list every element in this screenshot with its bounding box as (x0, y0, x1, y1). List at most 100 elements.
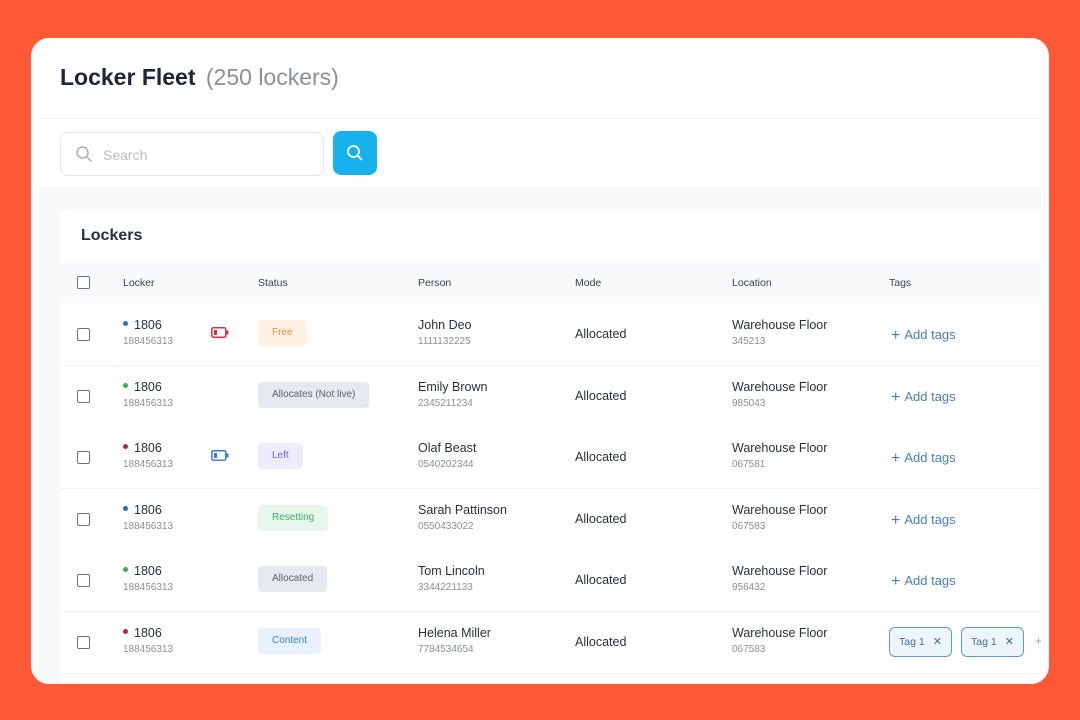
table-row[interactable]: 1806 188456313 Free John Deo 1111132225 Alloc… (60, 304, 1041, 366)
add-tags-label: Add tags (904, 511, 956, 527)
search-icon (76, 146, 92, 162)
table-row[interactable]: 1806 188456313 Allocates (Not live) Emily B… (60, 365, 1041, 428)
page-header: Locker Fleet (250 lockers) (39, 38, 1041, 119)
add-tags-label: Add tags (904, 450, 956, 465)
add-tags-button[interactable]: + Add tags (891, 449, 956, 467)
app-window: Locker Fleet (250 lockers) Lockers (31, 38, 1049, 684)
location-code: 345213 (732, 336, 766, 347)
close-icon[interactable]: ✕ (933, 636, 942, 648)
mode-value: Allocated (575, 634, 627, 649)
person-name: Helena Miller (418, 625, 491, 640)
person-name: John Deo (418, 318, 472, 332)
location-name: Warehouse Floor (732, 318, 828, 332)
mode-value: Allocated (575, 388, 627, 403)
column-header-location[interactable]: Location (732, 277, 772, 289)
status-badge: Left (258, 443, 303, 469)
person-phone: 0550433022 (418, 520, 474, 532)
person-phone: 0540202344 (418, 459, 474, 470)
locker-number: 1806 (134, 441, 162, 455)
row-checkbox[interactable] (77, 512, 90, 526)
row-checkbox[interactable] (77, 574, 90, 587)
locker-id: 1806 (123, 626, 162, 640)
locker-id: 1806 (123, 564, 162, 578)
table-row[interactable]: 1806 188456313 Allocated Tom Lincoln 3344221… (60, 550, 1041, 612)
locker-number: 1806 (134, 625, 162, 640)
battery-low-icon (211, 327, 229, 338)
column-header-status[interactable]: Status (258, 277, 288, 289)
status-dot (123, 382, 128, 388)
locker-number: 1806 (134, 318, 162, 332)
status-badge: Allocated (258, 566, 328, 592)
card-title: Lockers (81, 227, 143, 244)
search-toolbar (39, 119, 1041, 187)
search-button[interactable] (333, 131, 377, 175)
tag-label: Tag 1 (899, 635, 925, 648)
person-phone: 1111132225 (418, 336, 471, 347)
row-checkbox[interactable] (77, 451, 90, 464)
mode-value: Allocated (575, 450, 627, 464)
plus-icon: + (891, 388, 901, 406)
person-name: Tom Lincoln (418, 564, 485, 578)
select-all-checkbox[interactable] (77, 276, 90, 289)
column-header-locker[interactable]: Locker (123, 277, 155, 289)
search-input[interactable] (101, 143, 305, 167)
close-icon[interactable]: ✕ (1005, 636, 1014, 648)
status-dot (123, 567, 128, 573)
row-checkbox[interactable] (77, 328, 90, 341)
plus-icon[interactable]: + (1035, 634, 1042, 648)
add-tags-button[interactable]: + Add tags (891, 511, 956, 529)
tag-chip[interactable]: Tag 1 ✕ (889, 626, 952, 657)
add-tags-button[interactable]: + Add tags (891, 572, 956, 590)
status-dot (123, 505, 128, 511)
person-name: Olaf Beast (418, 441, 477, 455)
add-tags-button[interactable]: + Add tags (891, 326, 956, 344)
location-code: 985043 (732, 397, 766, 409)
location-name: Warehouse Floor (732, 441, 828, 455)
locker-id: 1806 (123, 441, 162, 455)
search-field[interactable] (60, 132, 324, 176)
person-name: Sarah Pattinson (418, 502, 507, 517)
add-tags-label: Add tags (904, 327, 956, 342)
status-badge: Allocates (Not live) (258, 381, 370, 408)
table-row[interactable]: 1806 188456313 Resetting Sarah Pattinson 055… (60, 488, 1041, 551)
mode-value: Allocated (575, 511, 627, 526)
plus-icon: + (891, 327, 901, 344)
tag-label: Tag 1 (971, 635, 997, 648)
locker-id: 1806 (123, 503, 162, 517)
page-title: Locker Fleet (250 lockers) (60, 64, 339, 91)
add-tags-label: Add tags (904, 388, 956, 404)
status-dot (123, 444, 128, 450)
tag-chip[interactable]: Tag 1 ✕ (961, 626, 1024, 657)
locker-serial: 188456313 (123, 459, 174, 470)
column-header-mode[interactable]: Mode (575, 277, 601, 289)
locker-count: (250 lockers) (205, 64, 339, 90)
person-phone: 2345211234 (418, 397, 473, 409)
app-content: Locker Fleet (250 lockers) Lockers (39, 38, 1042, 684)
table-row[interactable]: 1806 188456313 Content Helena Miller 7784534… (60, 611, 1042, 674)
row-checkbox[interactable] (77, 389, 90, 403)
status-badge: Free (258, 320, 307, 346)
table-header: Locker Status Person Mode Location Tags (60, 263, 1041, 303)
person-phone: 7784534654 (418, 643, 474, 655)
locker-serial: 188456313 (123, 643, 174, 655)
person-name: Emily Brown (418, 379, 488, 394)
person-phone: 3344221133 (418, 582, 473, 593)
location-code: 067581 (732, 459, 766, 470)
table-row[interactable]: 1806 188456313 Left Olaf Beast 0540202344 All… (60, 427, 1041, 489)
plus-icon: + (891, 511, 901, 529)
add-tags-button[interactable]: + Add tags (891, 388, 956, 406)
column-header-person[interactable]: Person (418, 277, 451, 289)
locker-number: 1806 (134, 502, 162, 517)
locker-id: 1806 (123, 380, 162, 394)
column-header-tags[interactable]: Tags (889, 277, 911, 289)
locker-serial: 188456313 (123, 397, 174, 409)
lockers-card: Lockers Locker Status Person Mode Locati… (60, 209, 1042, 684)
row-checkbox[interactable] (77, 635, 90, 649)
mode-value: Allocated (575, 327, 627, 341)
plus-icon: + (891, 450, 901, 467)
location-name: Warehouse Floor (732, 625, 828, 640)
status-badge: Resetting (258, 504, 329, 531)
location-code: 067583 (732, 643, 766, 655)
locker-number: 1806 (134, 379, 162, 394)
locker-id: 1806 (123, 318, 162, 332)
